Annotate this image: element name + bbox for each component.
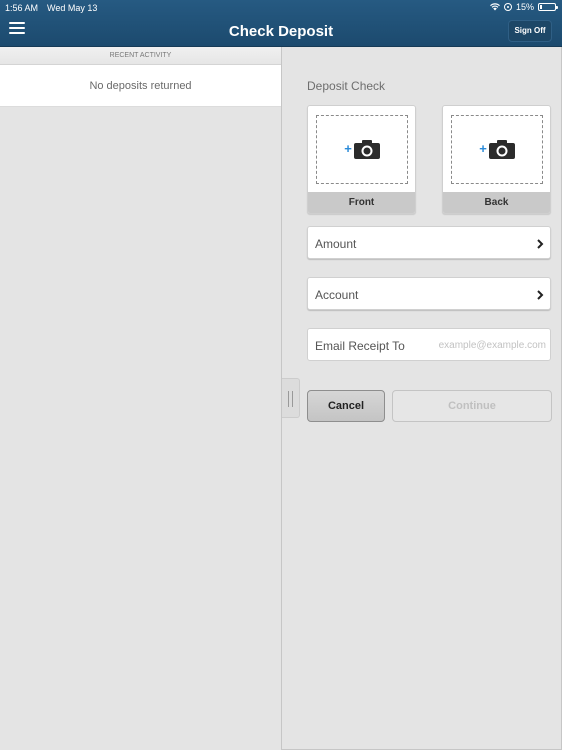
back-label: Back: [443, 192, 550, 213]
status-indicators: 15%: [490, 2, 558, 12]
camera-icon: [488, 140, 515, 159]
deposit-check-title: Deposit Check: [307, 79, 386, 93]
back-capture-area[interactable]: +: [451, 115, 543, 184]
battery-percent: 15%: [515, 2, 534, 12]
status-date: Wed May 13: [47, 3, 98, 13]
page-title: Check Deposit: [228, 23, 334, 40]
status-time: 1:56 AM: [5, 3, 39, 13]
rotation-lock-icon: [503, 3, 512, 11]
email-receipt-label: Email Receipt To: [315, 339, 405, 353]
no-deposits-message: No deposits returned: [0, 65, 281, 107]
chevron-right-icon: [536, 288, 544, 300]
battery-icon: [538, 3, 558, 11]
plus-icon: +: [479, 141, 487, 156]
front-capture-area[interactable]: +: [316, 115, 408, 184]
account-field[interactable]: Account: [307, 277, 551, 310]
email-receipt-input[interactable]: [420, 335, 546, 355]
amount-label: Amount: [315, 237, 357, 251]
sign-off-button[interactable]: Sign Off: [508, 20, 552, 42]
front-label: Front: [308, 192, 415, 213]
split-view-drag-handle[interactable]: [282, 378, 300, 418]
account-label: Account: [315, 288, 359, 302]
camera-icon: [353, 140, 380, 159]
wifi-icon: [490, 3, 500, 11]
cancel-button[interactable]: Cancel: [307, 390, 385, 422]
front-capture-button[interactable]: + Front: [307, 105, 416, 214]
recent-activity-header: RECENT ACTIVITY: [0, 47, 281, 65]
back-capture-button[interactable]: + Back: [442, 105, 551, 214]
status-bar: 1:56 AM Wed May 13 15%: [0, 0, 562, 16]
email-receipt-field[interactable]: Email Receipt To: [307, 328, 551, 361]
recent-activity-panel: RECENT ACTIVITY No deposits returned: [0, 47, 281, 750]
amount-field[interactable]: Amount: [307, 226, 551, 259]
chevron-right-icon: [536, 237, 544, 249]
plus-icon: +: [344, 141, 352, 156]
deposit-check-panel: Deposit Check + Front + Back Amount Acco…: [281, 47, 562, 750]
continue-button[interactable]: Continue: [392, 390, 552, 422]
top-navigation-bar: 1:56 AM Wed May 13 15% Check Deposit Sig…: [0, 0, 562, 47]
